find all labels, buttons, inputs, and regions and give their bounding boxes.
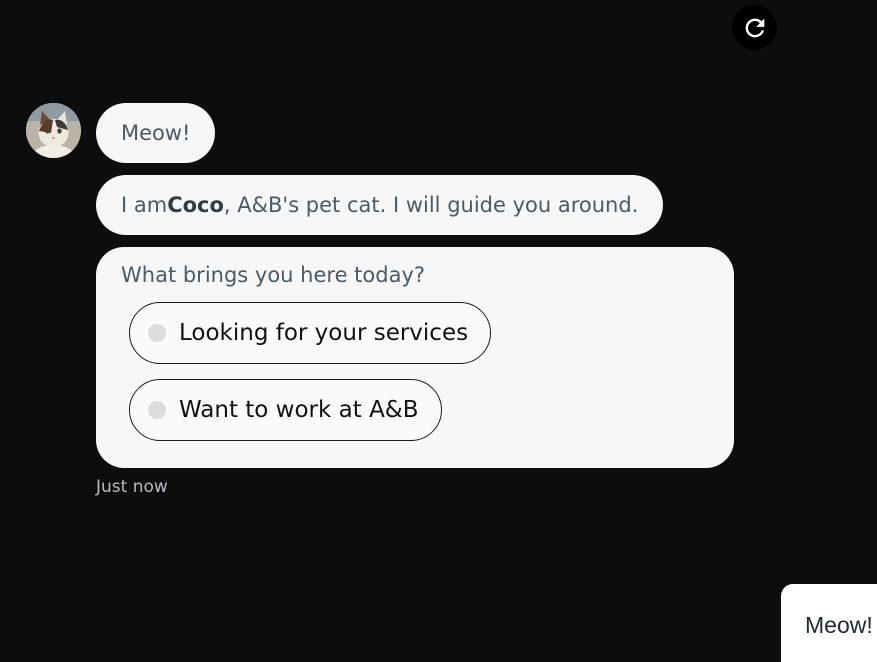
- bot-message-intro: I am Coco, A&B's pet cat. I will guide y…: [96, 175, 664, 235]
- message-text-suffix: , A&B's pet cat. I will guide you around…: [223, 192, 639, 217]
- refresh-icon: [745, 18, 764, 37]
- bot-message-greeting: Meow!: [96, 103, 216, 163]
- question-text: What brings you here today?: [121, 263, 426, 287]
- launcher-label: Meow!: [805, 612, 873, 638]
- chat-widget-page: Meow! I am Coco, A&B's pet cat. I will g…: [0, 0, 877, 662]
- radio-dot-icon: [148, 401, 166, 419]
- message-text-prefix: I am: [121, 192, 168, 217]
- message-timestamp: Just now: [96, 477, 168, 497]
- bot-message-question: What brings you here today? Looking for …: [96, 247, 734, 468]
- option-work[interactable]: Want to work at A&B: [129, 379, 442, 441]
- option-label: Looking for your services: [179, 319, 469, 346]
- refresh-button[interactable]: [732, 5, 777, 50]
- message-text: Meow!: [121, 120, 191, 145]
- option-services[interactable]: Looking for your services: [129, 302, 492, 364]
- option-label: Want to work at A&B: [179, 396, 419, 423]
- radio-dot-icon: [148, 324, 166, 342]
- cat-name: Coco: [167, 192, 224, 217]
- cat-avatar: [26, 103, 81, 158]
- chat-launcher-button[interactable]: Meow!: [781, 584, 877, 662]
- options-list: Looking for your services Want to work a…: [121, 302, 709, 441]
